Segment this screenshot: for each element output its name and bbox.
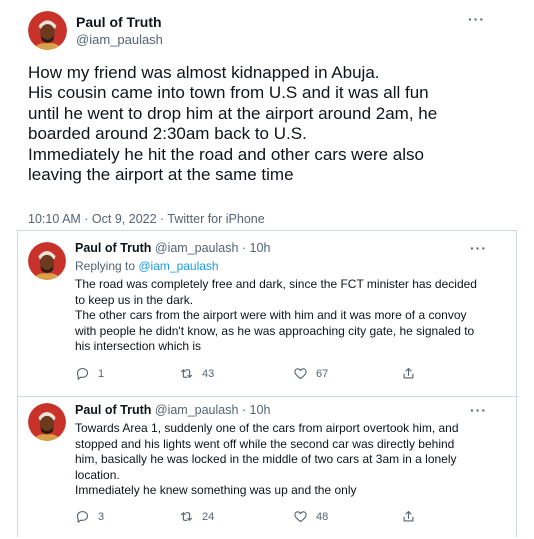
like-count: 67 (316, 367, 329, 380)
reply-line: Immediately he knew something was up and… (75, 483, 357, 498)
tweet-line: How my friend was almost kidnapped in Ab… (28, 63, 380, 82)
retweet-count: 24 (202, 510, 215, 523)
reply-item[interactable]: Paul of Truth @iam_paulash · 10h ··· Tow… (18, 397, 518, 538)
retweet-button[interactable]: 43 (179, 366, 214, 381)
reply-count: 3 (98, 510, 105, 523)
reply-line: location. (75, 467, 120, 482)
author-name[interactable]: Paul of Truth (76, 14, 162, 30)
retweet-count: 43 (202, 367, 215, 380)
reply-avatar[interactable] (28, 242, 66, 280)
reply-line: him, basically he was locked in the midd… (75, 452, 457, 467)
reply-line: The other cars from the airport were wit… (75, 308, 467, 323)
share-icon (403, 510, 414, 522)
reply-count: 1 (98, 367, 105, 380)
reply-line: his intersection which is (75, 339, 202, 354)
reply-actions: 3 24 48 (75, 509, 455, 529)
like-button[interactable]: 67 (293, 366, 328, 381)
like-button[interactable]: 48 (293, 509, 328, 524)
avatar-image (28, 11, 67, 50)
more-horizontal-icon[interactable]: ··· (470, 403, 487, 417)
reply-button[interactable]: 3 (75, 509, 104, 524)
like-icon (294, 511, 307, 523)
more-horizontal-icon[interactable]: ··· (468, 12, 485, 26)
retweet-button[interactable]: 24 (179, 509, 214, 524)
reply-author[interactable]: Paul of Truth @iam_paulash · 10h (75, 241, 270, 255)
reply-author-name[interactable]: Paul of Truth (75, 403, 151, 417)
author-handle[interactable]: @iam_paulash (76, 32, 163, 47)
tweet-timestamp[interactable]: 10:10 AM · Oct 9, 2022 · Twitter for iPh… (28, 212, 265, 226)
retweet-icon (180, 512, 193, 521)
reply-line: The road was completely free and dark, s… (75, 277, 477, 291)
replying-to-link[interactable]: @iam_paulash (138, 259, 218, 273)
tweet-line: Immediately he hit the road and other ca… (28, 144, 424, 164)
reply-line: with people he didn't know, as he was ap… (75, 323, 475, 338)
reply-author[interactable]: Paul of Truth @iam_paulash · 10h (75, 403, 270, 417)
more-horizontal-icon[interactable]: ··· (470, 241, 487, 255)
reply-icon (76, 510, 89, 523)
replying-to-prefix: Replying to (75, 259, 139, 273)
tweet-line: boarded around 2:30am back to U.S. (28, 124, 307, 144)
share-button[interactable] (401, 509, 416, 524)
author-avatar[interactable] (28, 11, 67, 50)
avatar-image (28, 403, 66, 441)
reply-button[interactable]: 1 (75, 366, 104, 381)
reply-line: Towards Area 1, suddenly one of the cars… (75, 421, 459, 435)
tweet-line: His cousin came into town from U.S and i… (28, 83, 429, 103)
replying-to: Replying to @iam_paulash (75, 259, 219, 273)
reply-actions: 1 43 67 (75, 366, 455, 386)
reply-avatar[interactable] (28, 403, 66, 441)
reply-line: stopped and his lights went off while th… (75, 436, 455, 451)
reply-line: to keep us in the dark. (75, 292, 194, 307)
tweet-line: leaving the airport at the same time (28, 165, 294, 185)
retweet-icon (180, 369, 193, 378)
tweet-text: How my friend was almost kidnapped in Ab… (28, 63, 518, 185)
reply-text: The road was completely free and dark, s… (75, 277, 500, 355)
reply-author-name[interactable]: Paul of Truth (75, 241, 151, 255)
reply-handle-time: @iam_paulash · 10h (154, 403, 271, 417)
share-icon (403, 367, 414, 379)
reply-icon (76, 367, 89, 380)
reply-item[interactable]: Paul of Truth @iam_paulash · 10h ··· Rep… (18, 231, 518, 396)
like-icon (294, 368, 307, 380)
reply-thread: Paul of Truth @iam_paulash · 10h ··· Rep… (17, 230, 518, 538)
share-button[interactable] (401, 366, 416, 381)
like-count: 48 (316, 510, 329, 523)
avatar-image (28, 242, 66, 280)
reply-text: Towards Area 1, suddenly one of the cars… (75, 421, 500, 499)
tweet-line: until he went to drop him at the airport… (28, 103, 438, 123)
reply-handle-time: @iam_paulash · 10h (154, 241, 271, 255)
